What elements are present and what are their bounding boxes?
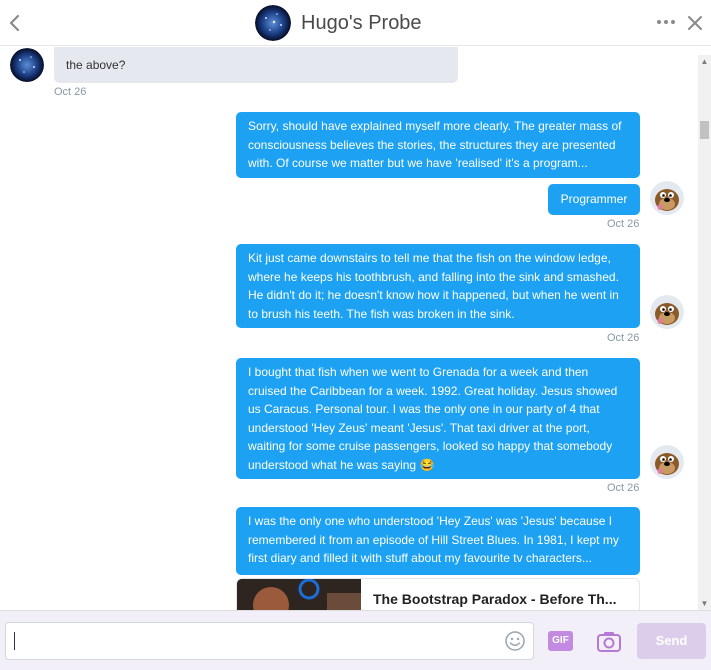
scrollbar-thumb[interactable] <box>700 121 709 139</box>
message-bubble-outgoing: I bought that fish when we went to Grena… <box>236 358 640 479</box>
message-bubble-outgoing: Sorry, should have explained myself more… <box>236 112 640 178</box>
more-options-button[interactable] <box>656 12 676 32</box>
message-input[interactable] <box>5 622 534 660</box>
close-icon <box>688 16 702 30</box>
link-preview-card[interactable]: The Bootstrap Paradox - Before Th... <box>236 578 640 610</box>
message-timestamp: Oct 26 <box>54 86 87 98</box>
emoji-button[interactable] <box>504 630 526 652</box>
message-bubble-outgoing: I was the only one who understood 'Hey Z… <box>236 507 640 575</box>
close-button[interactable] <box>685 13 705 33</box>
avatar[interactable] <box>650 445 684 479</box>
message-text: the above? <box>66 58 126 72</box>
avatar[interactable] <box>650 295 684 329</box>
link-preview-title: The Bootstrap Paradox - Before Th... <box>373 591 617 607</box>
message-bubble-outgoing: Kit just came downstairs to tell me that… <box>236 244 640 328</box>
message-text: Sorry, should have explained myself more… <box>248 119 622 170</box>
message-timestamp: Oct 26 <box>607 332 640 344</box>
link-preview-image <box>237 579 361 610</box>
dog-avatar-icon <box>650 295 684 329</box>
page-title: Hugo's Probe <box>301 11 422 34</box>
conversation-header: Hugo's Probe <box>0 0 711 46</box>
message-text: I bought that fish when we went to Grena… <box>248 365 618 472</box>
message-text: I was the only one who understood 'Hey Z… <box>248 514 619 565</box>
text-caret <box>14 632 15 650</box>
camera-icon <box>597 632 621 652</box>
send-button[interactable]: Send <box>637 623 706 659</box>
more-horizontal-icon <box>657 20 675 24</box>
conversation-identity[interactable]: Hugo's Probe <box>255 5 422 41</box>
scroll-down-arrow[interactable]: ▼ <box>698 597 711 610</box>
emoji-icon <box>505 631 525 651</box>
scrollbar[interactable]: ▲ ▼ <box>698 55 711 610</box>
scroll-up-arrow[interactable]: ▲ <box>698 55 711 68</box>
dog-avatar-icon <box>650 445 684 479</box>
camera-button[interactable] <box>596 629 622 653</box>
message-list[interactable]: the above? Oct 26 Sorry, should have exp… <box>0 47 698 610</box>
chevron-left-icon <box>9 14 20 32</box>
avatar[interactable] <box>650 181 684 215</box>
back-button[interactable] <box>6 11 26 35</box>
message-timestamp: Oct 26 <box>607 482 640 494</box>
message-text: Kit just came downstairs to tell me that… <box>248 251 619 321</box>
message-bubble-incoming: the above? <box>54 47 458 83</box>
dog-avatar-icon <box>650 181 684 215</box>
message-text: Programmer <box>560 192 628 206</box>
gif-button[interactable]: GIF <box>548 631 573 651</box>
message-composer: GIF Send <box>0 610 711 670</box>
avatar[interactable] <box>10 48 44 82</box>
message-timestamp: Oct 26 <box>607 218 640 230</box>
avatar <box>255 5 291 41</box>
message-bubble-outgoing: Programmer <box>548 184 640 215</box>
